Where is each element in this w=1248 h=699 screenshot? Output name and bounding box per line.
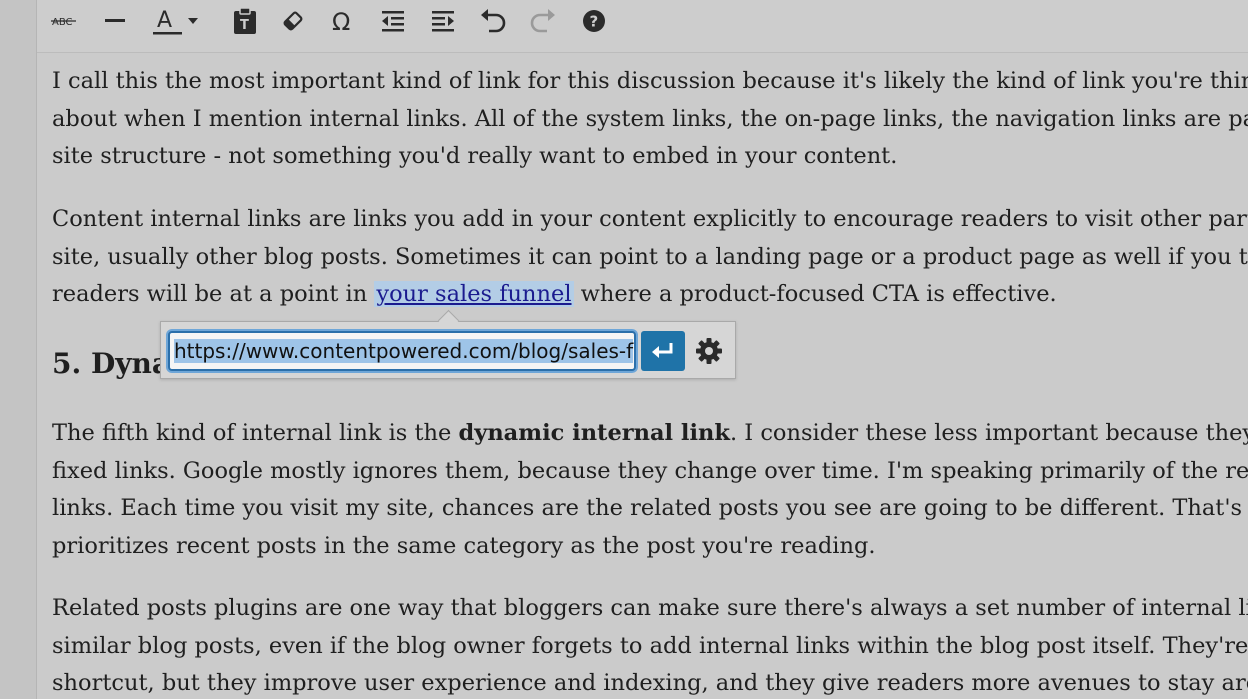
- text-line: shortcut, but they improve user experien…: [52, 670, 1248, 696]
- section-heading: 5. Dyna: [52, 347, 171, 380]
- outdent-icon: [382, 11, 404, 32]
- editor-toolbar: ABC A T Ω ?: [37, 0, 1248, 53]
- chevron-down-icon: [188, 18, 198, 24]
- paste-as-text-button[interactable]: T: [225, 4, 265, 38]
- text-line: The fifth kind of internal link is the d…: [52, 420, 1248, 446]
- svg-text:Ω: Ω: [332, 8, 350, 35]
- text-line: links. Each time you visit my site, chan…: [52, 495, 1248, 521]
- text-line: readers will be at a point in your sales…: [52, 281, 1057, 307]
- paste-as-text-icon: T: [234, 7, 256, 34]
- svg-text:?: ?: [590, 13, 599, 31]
- selected-link[interactable]: your sales funnel: [374, 281, 574, 307]
- svg-text:T: T: [240, 18, 249, 33]
- text-line: I call this the most important kind of l…: [52, 68, 1248, 94]
- text-color-button[interactable]: A: [145, 4, 185, 38]
- clear-formatting-icon: [283, 11, 303, 31]
- text-line: fixed links. Google mostly ignores them,…: [52, 457, 1248, 484]
- redo-icon: [530, 9, 555, 33]
- clear-formatting-button[interactable]: [273, 4, 313, 38]
- paragraph: Content internal links are links you add…: [52, 201, 1248, 314]
- redo-button[interactable]: [523, 4, 563, 38]
- text-line: site structure - not something you'd rea…: [52, 143, 898, 169]
- paragraph: I call this the most important kind of l…: [52, 63, 1248, 176]
- paragraph: The fifth kind of internal link is the d…: [52, 415, 1248, 565]
- inline-link-popup: https://www.contentpowered.com/blog/sale…: [160, 309, 736, 379]
- text-line: Related posts plugins are one way that b…: [52, 595, 1248, 621]
- gear-icon: [696, 338, 722, 364]
- text-line: site, usually other blog posts. Sometime…: [52, 243, 1248, 270]
- text-color-dropdown[interactable]: [181, 4, 205, 38]
- enter-icon: [652, 343, 673, 358]
- text-line: about when I mention internal links. All…: [52, 105, 1248, 132]
- apply-link-button[interactable]: [641, 331, 685, 371]
- text-line: prioritizes recent posts in the same cat…: [52, 532, 876, 559]
- svg-text:A: A: [157, 8, 172, 33]
- undo-button[interactable]: [473, 4, 513, 38]
- paragraph: Related posts plugins are one way that b…: [52, 590, 1248, 699]
- horizontal-line-icon: [105, 19, 125, 22]
- omega-icon: Ω: [332, 8, 350, 35]
- strikethrough-button[interactable]: ABC: [45, 4, 85, 38]
- undo-icon: [481, 9, 506, 33]
- special-character-button[interactable]: Ω: [323, 4, 363, 38]
- help-button[interactable]: ?: [574, 4, 614, 38]
- text-line: Content internal links are links you add…: [52, 206, 1248, 232]
- link-url-input[interactable]: https://www.contentpowered.com/blog/sale…: [168, 331, 636, 371]
- text-color-icon: A: [153, 8, 182, 35]
- svg-text:ABC: ABC: [52, 17, 73, 28]
- outdent-button[interactable]: [373, 4, 413, 38]
- strikethrough-icon: ABC: [51, 17, 76, 28]
- help-icon: ?: [583, 10, 605, 32]
- text-line: similar blog posts, even if the blog own…: [52, 632, 1248, 659]
- left-gutter: [0, 0, 37, 699]
- indent-button[interactable]: [423, 4, 463, 38]
- horizontal-line-button[interactable]: [95, 4, 135, 38]
- link-settings-button[interactable]: [691, 333, 727, 369]
- indent-icon: [432, 11, 454, 32]
